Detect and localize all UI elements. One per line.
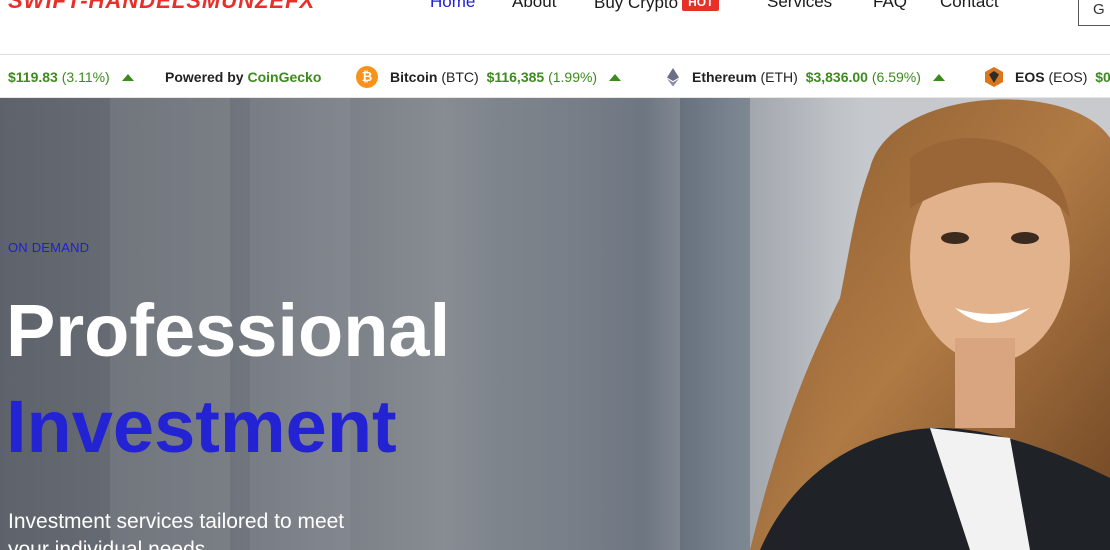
coin-name: EOS bbox=[1015, 69, 1045, 85]
powered-by-coingecko[interactable]: Powered by CoinGecko bbox=[165, 69, 321, 85]
nav-home[interactable]: Home bbox=[430, 0, 475, 12]
hero-title-line-2: Investment bbox=[6, 385, 397, 468]
ethereum-icon bbox=[667, 68, 679, 87]
eos-icon bbox=[985, 67, 1003, 87]
nav-faq[interactable]: FAQ bbox=[873, 0, 907, 12]
coingecko-link: CoinGecko bbox=[247, 69, 322, 85]
crypto-price-ticker: $119.83 (3.11%) Powered by CoinGecko ₿ B… bbox=[0, 56, 1110, 98]
hot-badge: HOT bbox=[682, 0, 720, 11]
up-arrow-icon bbox=[609, 74, 621, 81]
coin-name: Bitcoin bbox=[390, 69, 438, 85]
header-cta-button[interactable]: G bbox=[1078, 0, 1110, 26]
hero-eyebrow: ON DEMAND bbox=[8, 240, 90, 255]
nav-services[interactable]: Services bbox=[767, 0, 832, 12]
coin-name: Ethereum bbox=[692, 69, 757, 85]
nav-buy-crypto-label: Buy Crypto bbox=[594, 0, 679, 12]
ticker-item-ethereum[interactable]: Ethereum (ETH) $3,836.00 (6.59%) bbox=[692, 69, 945, 85]
coin-symbol: (ETH) bbox=[760, 69, 798, 85]
coin-symbol: (EOS) bbox=[1048, 69, 1088, 85]
ticker-price: $119.83 bbox=[8, 69, 58, 85]
hero-title-line-1: Professional bbox=[6, 289, 451, 372]
hero-section: ON DEMAND Professional Investment Invest… bbox=[0, 98, 1110, 550]
coin-price: $3,836.00 bbox=[805, 69, 868, 85]
nav-buy-crypto[interactable]: Buy Crypto HOT bbox=[594, 0, 720, 13]
hero-description: Investment services tailored to meet you… bbox=[8, 510, 345, 550]
up-arrow-icon bbox=[932, 74, 945, 81]
coin-price: $0 bbox=[1095, 69, 1110, 85]
coin-change: (6.59%) bbox=[871, 69, 921, 85]
nav-contact[interactable]: Contact bbox=[940, 0, 999, 12]
up-arrow-icon bbox=[121, 74, 134, 81]
nav-about[interactable]: About bbox=[512, 0, 556, 12]
ticker-item-previous[interactable]: $119.83 (3.11%) bbox=[8, 69, 134, 85]
coin-price: $116,385 bbox=[486, 69, 545, 85]
coin-change: (1.99%) bbox=[548, 69, 598, 85]
site-logo[interactable]: SWIFT-HANDELSMUNZEFX bbox=[8, 0, 315, 14]
ticker-item-bitcoin[interactable]: Bitcoin (BTC) $116,385 (1.99%) bbox=[390, 69, 621, 85]
bitcoin-icon: ₿ bbox=[356, 66, 378, 88]
coin-symbol: (BTC) bbox=[441, 69, 479, 85]
powered-by-label: Powered by bbox=[165, 69, 244, 85]
ticker-item-eos[interactable]: EOS (EOS) $0 bbox=[1015, 69, 1110, 85]
site-header: SWIFT-HANDELSMUNZEFX Home About Buy Cryp… bbox=[0, 0, 1110, 55]
ticker-change: (3.11%) bbox=[61, 69, 110, 85]
